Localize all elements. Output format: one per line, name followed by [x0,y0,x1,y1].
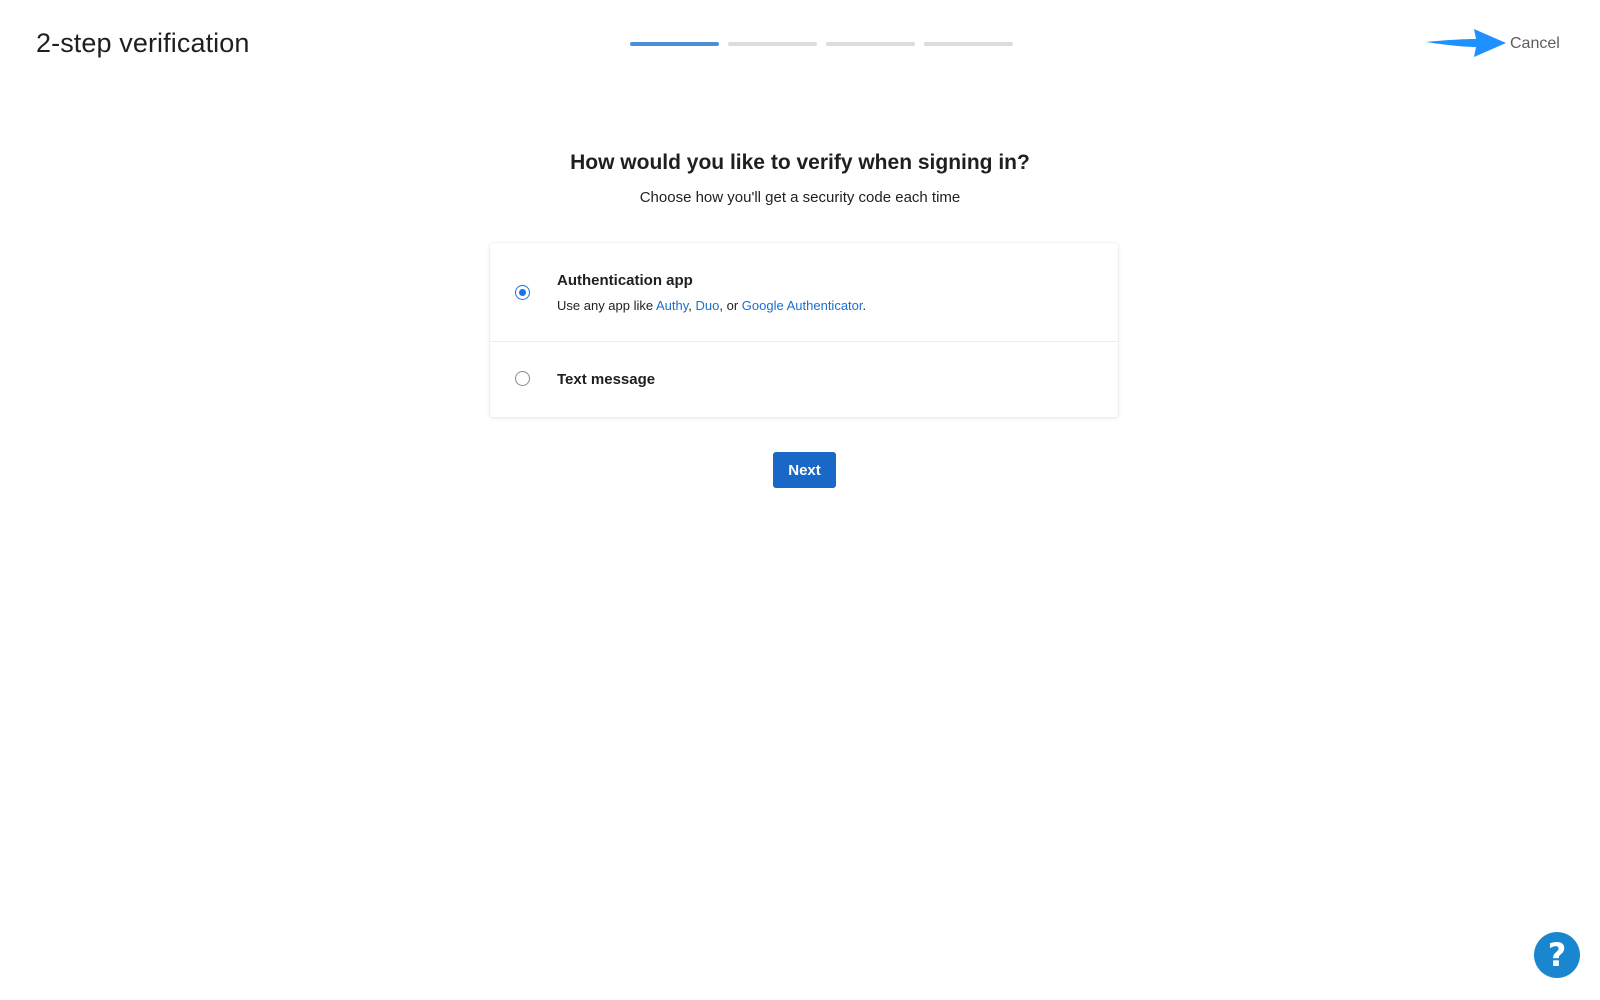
question-subheading: Choose how you'll get a security code ea… [639,189,961,206]
text-message-radio[interactable] [515,371,530,386]
question-mark-icon: ? [1547,936,1567,974]
progress-step-4 [924,42,1013,46]
page-title: 2-step verification [36,28,250,58]
option-label: Text message [557,371,656,388]
step-progress-indicator [630,42,1013,46]
description-prefix: Use any app like [557,298,657,313]
description-suffix: . [862,298,867,313]
option-authentication-app[interactable]: Authentication app Use any app like Auth… [490,243,1118,342]
authy-link[interactable]: Authy [656,298,688,313]
arrow-pointer-icon [1426,29,1506,57]
option-text-message[interactable]: Text message [490,342,1118,417]
progress-step-3 [826,42,915,46]
duo-link[interactable]: Duo [696,298,720,313]
authentication-app-radio[interactable] [515,285,530,300]
progress-step-1 [630,42,719,46]
option-description: Use any app like Authy, Duo, or Google A… [557,298,866,313]
cancel-link[interactable]: Cancel [1510,35,1560,53]
verification-options: Authentication app Use any app like Auth… [490,243,1118,417]
progress-step-2 [728,42,817,46]
description-separator: , [688,298,696,313]
next-button[interactable]: Next [773,452,836,488]
question-heading: How would you like to verify when signin… [570,151,1030,174]
option-label: Authentication app [557,272,693,289]
help-button[interactable]: ? [1534,932,1580,978]
description-separator: , or [719,298,742,313]
google-authenticator-link[interactable]: Google Authenticator [742,298,863,313]
verification-page: 2-step verification Cancel How would you… [0,0,1600,1000]
